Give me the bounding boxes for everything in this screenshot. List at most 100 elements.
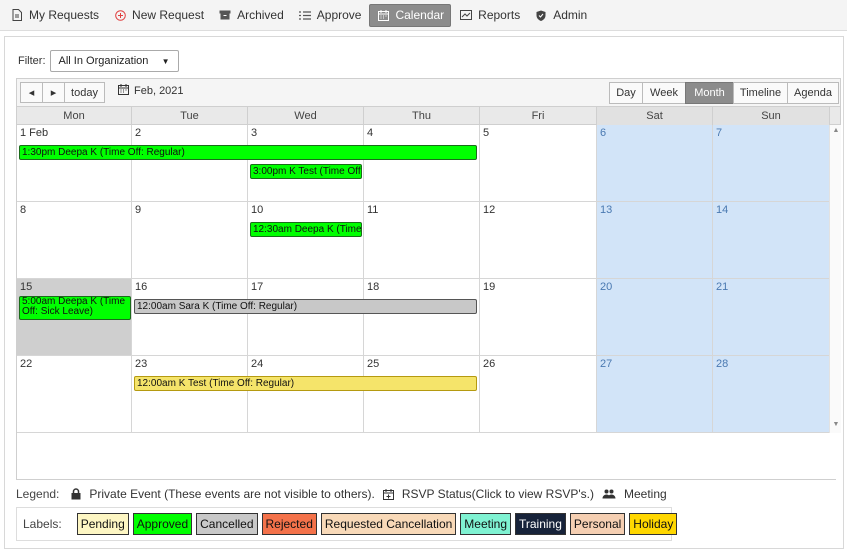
legend-private-text: Private Event (These events are not visi…: [89, 487, 375, 501]
calendar-event[interactable]: 12:30am Deepa K (Time: [250, 222, 362, 237]
dow-sat: Sat: [597, 107, 713, 125]
calendar-event[interactable]: 12:00am K Test (Time Off: Regular): [134, 376, 477, 391]
day-cell-weekend[interactable]: 14: [713, 202, 830, 279]
day-cell[interactable]: 17: [248, 279, 364, 356]
calendar-scrollbar[interactable]: ▲ ▼: [829, 125, 841, 433]
view-day-button[interactable]: Day: [609, 82, 643, 104]
day-of-week-header: Mon Tue Wed Thu Fri Sat Sun: [16, 106, 841, 125]
calendar-event[interactable]: 5:00am Deepa K (Time Off: Sick Leave): [19, 296, 131, 320]
label-meeting: Meeting: [460, 513, 511, 535]
nav-new-request[interactable]: New Request: [107, 4, 210, 27]
label-rejected: Rejected: [261, 513, 317, 535]
scroll-up-icon[interactable]: ▲: [830, 127, 842, 134]
day-number: 22: [20, 358, 33, 370]
nav-reports[interactable]: Reports: [453, 4, 526, 27]
day-cell-weekend[interactable]: 7: [713, 125, 830, 202]
dow-sun: Sun: [713, 107, 830, 125]
label-training: Training: [515, 513, 566, 535]
nav-archived[interactable]: Archived: [212, 4, 290, 27]
day-cell[interactable]: 11: [364, 202, 480, 279]
scroll-down-icon[interactable]: ▼: [830, 421, 842, 428]
calendar-event[interactable]: 3:00pm K Test (Time Off:: [250, 164, 362, 179]
day-number: 2: [135, 127, 142, 139]
day-cell-weekend[interactable]: 28: [713, 356, 830, 433]
day-cell-weekend[interactable]: 21: [713, 279, 830, 356]
day-cell[interactable]: 9: [132, 202, 248, 279]
view-week-button[interactable]: Week: [642, 82, 686, 104]
day-cell[interactable]: 12: [480, 202, 597, 279]
day-number: 7: [716, 127, 723, 139]
calendar-event[interactable]: 1:30pm Deepa K (Time Off: Regular): [19, 145, 477, 160]
nav-approve[interactable]: Approve: [292, 4, 368, 27]
day-cell-weekend[interactable]: 6: [597, 125, 713, 202]
day-number: 10: [251, 204, 264, 216]
nav-label: Archived: [237, 8, 284, 22]
legend: Legend: Private Event (These events are …: [16, 487, 675, 501]
day-cell-weekend[interactable]: 13: [597, 202, 713, 279]
day-cell[interactable]: 10: [248, 202, 364, 279]
day-number: 5: [483, 127, 490, 139]
label-pending: Pending: [76, 513, 129, 535]
lock-icon: [71, 488, 81, 500]
day-cell[interactable]: 22: [17, 356, 132, 433]
nav-my-requests[interactable]: My Requests: [4, 4, 105, 27]
calendar-footer-area: [16, 433, 836, 480]
label-personal: Personal: [569, 513, 626, 535]
calendar-icon: [376, 9, 390, 21]
day-number: 27: [600, 358, 613, 370]
day-number: 23: [135, 358, 148, 370]
calendar-icon: [118, 84, 134, 98]
calendar-event[interactable]: 12:00am Sara K (Time Off: Regular): [134, 299, 477, 314]
day-number: 19: [483, 281, 496, 293]
day-number: 26: [483, 358, 496, 370]
label-cancelled: Cancelled: [196, 513, 258, 535]
legend-private: Private Event (These events are not visi…: [71, 487, 375, 501]
day-cell[interactable]: 2: [132, 125, 248, 202]
today-button[interactable]: today: [64, 82, 105, 103]
day-cell[interactable]: 1 Feb: [17, 125, 132, 202]
day-number: 21: [716, 281, 729, 293]
document-icon: [10, 9, 24, 22]
nav-label: Admin: [553, 8, 588, 22]
next-button[interactable]: ▸: [42, 82, 65, 103]
day-cell[interactable]: 19: [480, 279, 597, 356]
legend-meeting-text: Meeting: [623, 487, 667, 501]
day-cell[interactable]: 26: [480, 356, 597, 433]
filter-value: All In Organization: [58, 55, 149, 67]
label-approved: Approved: [132, 513, 193, 535]
day-number: 8: [20, 204, 27, 216]
day-cell[interactable]: 25: [364, 356, 480, 433]
day-cell[interactable]: 4: [364, 125, 480, 202]
day-cell[interactable]: 18: [364, 279, 480, 356]
plus-circle-icon: [113, 9, 127, 21]
date-picker[interactable]: Feb, 2021: [118, 84, 184, 98]
nav-admin[interactable]: Admin: [528, 4, 593, 27]
day-number: 20: [600, 281, 613, 293]
view-month-button[interactable]: Month: [685, 82, 734, 104]
day-number: 16: [135, 281, 148, 293]
nav-calendar[interactable]: Calendar: [369, 3, 452, 27]
current-date: Feb, 2021: [134, 85, 184, 97]
dow-mon: Mon: [17, 107, 132, 125]
day-number: 24: [251, 358, 264, 370]
filter-select[interactable]: All In Organization ▼: [49, 50, 179, 72]
chart-icon: [459, 9, 473, 21]
day-number: 28: [716, 358, 729, 370]
day-number: 15: [20, 281, 33, 293]
day-cell[interactable]: 23: [132, 356, 248, 433]
day-cell[interactable]: 16: [132, 279, 248, 356]
day-number: 18: [367, 281, 380, 293]
day-cell[interactable]: 8: [17, 202, 132, 279]
day-cell-weekend[interactable]: 20: [597, 279, 713, 356]
prev-button[interactable]: ◂: [20, 82, 43, 103]
caret-down-icon: ▼: [161, 56, 170, 66]
day-number: 6: [600, 127, 607, 139]
view-timeline-button[interactable]: Timeline: [733, 82, 788, 104]
view-agenda-button[interactable]: Agenda: [787, 82, 839, 104]
day-cell[interactable]: 5: [480, 125, 597, 202]
labels-bar: Labels: Pending Approved Cancelled Rejec…: [16, 507, 678, 541]
day-cell[interactable]: 24: [248, 356, 364, 433]
day-number: 13: [600, 204, 613, 216]
day-cell-weekend[interactable]: 27: [597, 356, 713, 433]
filter-label: Filter:: [18, 55, 46, 67]
